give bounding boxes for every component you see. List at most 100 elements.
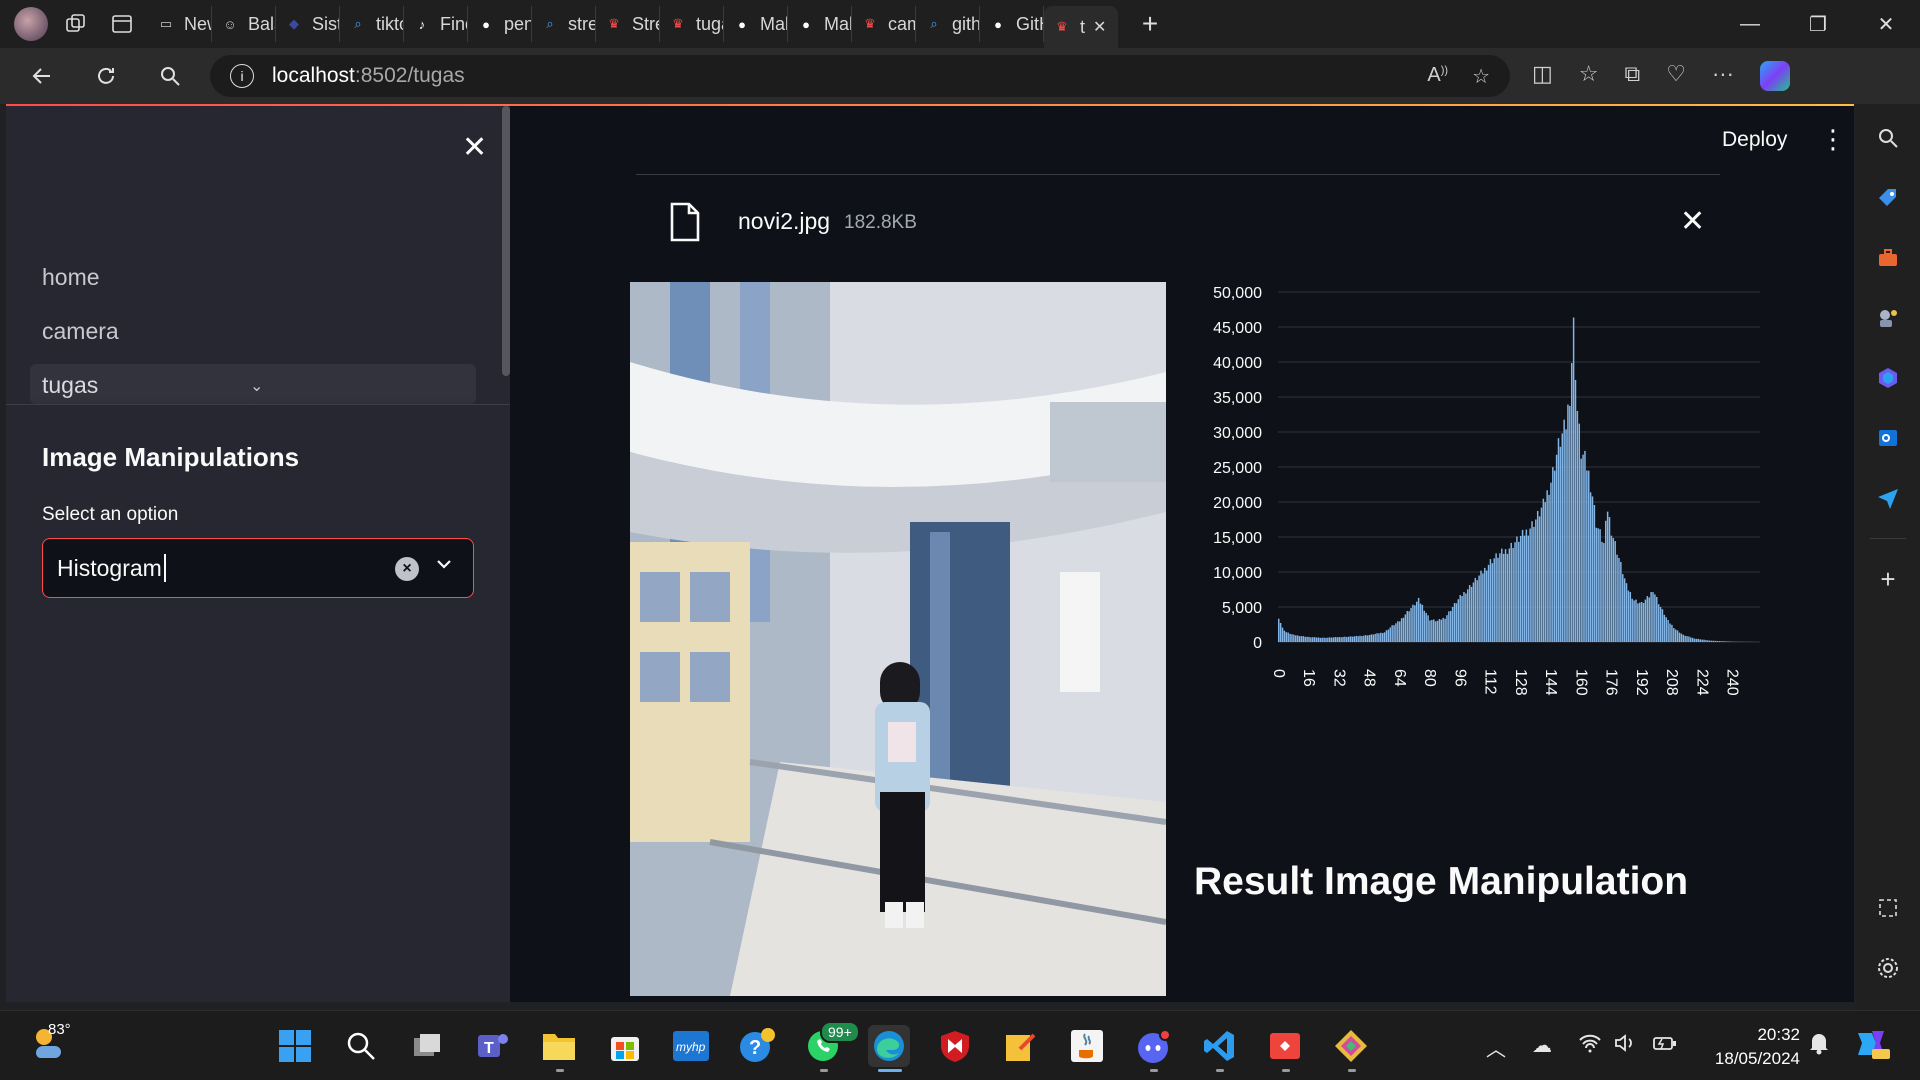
- edge-browser-icon[interactable]: [868, 1025, 910, 1067]
- close-window-button[interactable]: ✕: [1852, 0, 1920, 48]
- games-icon[interactable]: [1872, 298, 1904, 338]
- browser-tab[interactable]: ♪ Find: [404, 6, 468, 42]
- browser-tab[interactable]: ♛ t ✕: [1044, 6, 1118, 48]
- histogram-bar: [1724, 641, 1726, 642]
- copilot-sidebar-icon[interactable]: [1872, 358, 1904, 398]
- browser-tab[interactable]: ◆ Siste: [276, 6, 340, 42]
- favorite-star-icon[interactable]: ☆: [1472, 64, 1490, 89]
- browser-tab[interactable]: ● GitH: [980, 6, 1044, 42]
- browser-tab[interactable]: ☺ Balsa: [212, 6, 276, 42]
- browser-tab[interactable]: ♛ came: [852, 6, 916, 42]
- favorites-icon[interactable]: ☆: [1579, 61, 1599, 91]
- onedrive-icon[interactable]: ☁: [1532, 1033, 1552, 1058]
- histogram-bar: [1295, 635, 1297, 642]
- refresh-button[interactable]: [84, 54, 128, 98]
- browser-essentials-icon[interactable]: ♡: [1666, 61, 1686, 91]
- browser-tab[interactable]: ⌕ tiktol: [340, 6, 404, 42]
- browser-tab[interactable]: ♛ Strea: [596, 6, 660, 42]
- deploy-button[interactable]: Deploy: [1722, 128, 1787, 152]
- teams-icon[interactable]: T: [472, 1025, 514, 1067]
- workspaces-icon[interactable]: [58, 6, 94, 42]
- browser-tab-label: Siste: [312, 13, 339, 34]
- shopping-tag-icon[interactable]: [1872, 178, 1904, 218]
- browser-tab[interactable]: ⌕ githu: [916, 6, 980, 42]
- option-select[interactable]: Histogram ×: [42, 538, 474, 598]
- volume-icon[interactable]: [1614, 1033, 1638, 1059]
- restore-button[interactable]: ❐: [1784, 0, 1852, 48]
- browser-tab[interactable]: ♛ tuga: [660, 6, 724, 42]
- read-aloud-icon[interactable]: A)): [1427, 64, 1448, 89]
- tools-icon[interactable]: [1872, 238, 1904, 278]
- nav-item-camera[interactable]: camera: [42, 318, 119, 345]
- copilot-icon[interactable]: [1759, 61, 1790, 91]
- file-explorer-icon[interactable]: [538, 1025, 580, 1067]
- split-screen-icon[interactable]: ◫: [1532, 61, 1553, 91]
- histogram-bar: [1372, 634, 1374, 642]
- histogram-bar: [1315, 637, 1318, 642]
- histogram-bar: [1329, 637, 1331, 642]
- browser-tab[interactable]: ● Malil: [788, 6, 852, 42]
- get-help-icon[interactable]: ?: [736, 1025, 778, 1067]
- browser-tab[interactable]: ⌕ strea: [532, 6, 596, 42]
- histogram-bar: [1412, 604, 1414, 642]
- mcafee-icon[interactable]: [934, 1025, 976, 1067]
- histogram-bar: [1525, 529, 1528, 642]
- minimize-button[interactable]: —: [1716, 0, 1784, 48]
- chevron-down-icon[interactable]: [435, 553, 453, 579]
- browser-tab-label: Balsa: [248, 13, 275, 34]
- git-tools-icon[interactable]: [1330, 1025, 1372, 1067]
- histogram-bar: [1510, 542, 1512, 642]
- outlook-icon[interactable]: [1872, 418, 1904, 458]
- more-options-icon[interactable]: ···: [1712, 61, 1734, 91]
- start-windows-icon[interactable]: [274, 1025, 316, 1067]
- select-value: Histogram: [57, 554, 162, 581]
- close-sidebar-icon[interactable]: ✕: [462, 130, 487, 165]
- nav-item-home[interactable]: home: [42, 264, 100, 291]
- tab-actions-icon[interactable]: [104, 6, 140, 42]
- browser-tab[interactable]: ● peng: [468, 6, 532, 42]
- discord-icon[interactable]: [1132, 1025, 1174, 1067]
- copilot-preview-icon[interactable]: [1854, 1027, 1890, 1067]
- send-icon[interactable]: [1872, 478, 1904, 518]
- search-icon[interactable]: [1872, 118, 1904, 158]
- svg-text:T: T: [484, 1040, 494, 1057]
- taskbar-search-icon[interactable]: [340, 1025, 382, 1067]
- nav-expand-chevron-icon[interactable]: ⌄: [250, 376, 263, 396]
- settings-gear-icon[interactable]: [1872, 948, 1904, 988]
- remove-file-icon[interactable]: ✕: [1680, 204, 1705, 239]
- search-icon[interactable]: [148, 54, 192, 98]
- nav-item-tugas[interactable]: tugas: [42, 372, 98, 399]
- sidebar-scrollbar[interactable]: [502, 106, 510, 376]
- anydesk-icon[interactable]: [1264, 1025, 1306, 1067]
- sticky-tools-icon[interactable]: [1000, 1025, 1042, 1067]
- back-button[interactable]: [20, 54, 64, 98]
- add-sidebar-app-icon[interactable]: +: [1872, 559, 1904, 599]
- close-tab-icon[interactable]: ✕: [1093, 17, 1106, 37]
- screenshot-icon[interactable]: [1872, 888, 1904, 928]
- browser-tab[interactable]: ▭ New: [148, 6, 212, 42]
- clock[interactable]: 20:32 18/05/2024: [1700, 1023, 1800, 1071]
- histogram-bar: [1480, 570, 1482, 642]
- task-view-icon[interactable]: [406, 1025, 448, 1067]
- collections-icon[interactable]: ⧉: [1625, 61, 1641, 91]
- myhp-icon[interactable]: myhp: [670, 1025, 712, 1067]
- show-hidden-icons-icon[interactable]: ︿: [1486, 1033, 1506, 1062]
- clear-selection-icon[interactable]: ×: [395, 557, 419, 581]
- address-bar[interactable]: i localhost:8502/tugas A)) ☆: [210, 55, 1510, 97]
- histogram-bar: [1667, 619, 1669, 642]
- battery-icon[interactable]: [1652, 1033, 1678, 1059]
- github-icon: ●: [738, 16, 746, 32]
- vscode-icon[interactable]: [1198, 1025, 1240, 1067]
- microsoft-store-icon[interactable]: [604, 1025, 646, 1067]
- histogram-bar: [1576, 411, 1579, 642]
- main-menu-icon[interactable]: ⋮: [1820, 124, 1846, 155]
- wifi-icon[interactable]: [1578, 1033, 1602, 1059]
- browser-tab[interactable]: ● Malil: [724, 6, 788, 42]
- profile-avatar[interactable]: [14, 7, 48, 41]
- notification-bell-icon[interactable]: [1808, 1031, 1830, 1061]
- site-info-icon[interactable]: i: [230, 64, 254, 88]
- java-icon[interactable]: [1066, 1025, 1108, 1067]
- browser-tab-label: githu: [952, 13, 979, 34]
- new-tab-button[interactable]: +: [1132, 6, 1168, 42]
- x-tick-label: 80: [1421, 669, 1438, 687]
